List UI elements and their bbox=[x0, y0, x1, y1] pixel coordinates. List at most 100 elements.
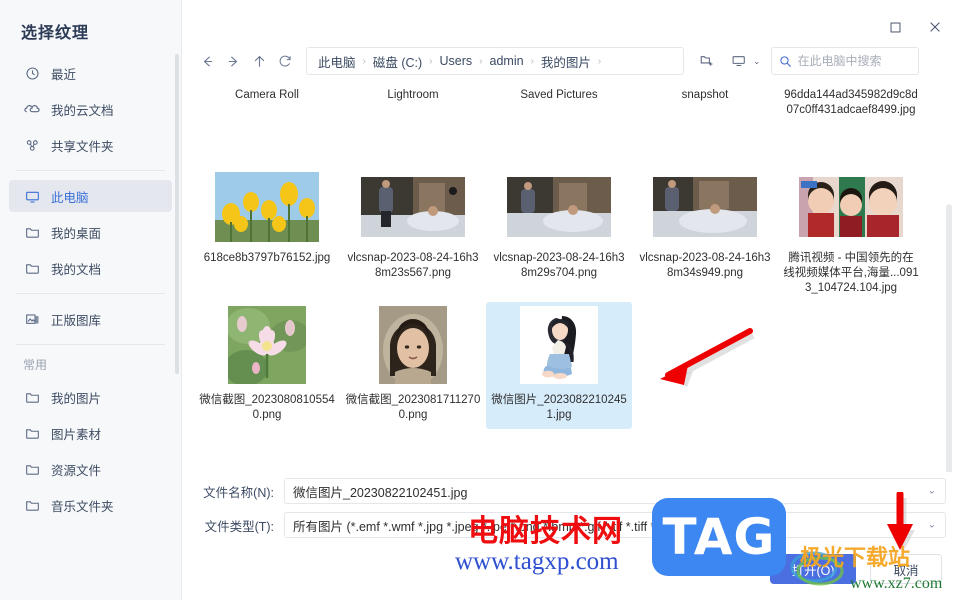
file-name: 微信截图_20230817112700.png bbox=[345, 394, 481, 421]
sidebar-item-my-pictures[interactable]: 我的图片 bbox=[9, 381, 172, 413]
list-item[interactable]: vlcsnap-2023-08-24-16h38m23s567.png bbox=[340, 168, 486, 302]
clock-icon bbox=[23, 64, 41, 82]
sidebar-item-label: 我的文档 bbox=[51, 262, 102, 277]
folder-icon bbox=[23, 460, 41, 478]
filename-input[interactable]: 微信图片_20230822102451.jpg ⌄ bbox=[284, 478, 946, 504]
sidebar-divider bbox=[16, 170, 165, 171]
sidebar-item-this-pc[interactable]: 此电脑 bbox=[9, 180, 172, 212]
list-item[interactable]: vlcsnap-2023-08-24-16h38m29s704.png bbox=[486, 168, 632, 302]
folder-icon bbox=[23, 496, 41, 514]
filetype-row: 文件类型(T): 所有图片 (*.emf *.wmf *.jpg *.jpeg … bbox=[192, 512, 946, 538]
sidebar-group-title: 常用 bbox=[23, 358, 48, 372]
file-name: Saved Pictures bbox=[520, 89, 598, 101]
forward-button[interactable] bbox=[220, 48, 246, 74]
chevron-down-icon[interactable]: ⌄ bbox=[928, 486, 936, 497]
sidebar-item-label: 最近 bbox=[51, 67, 77, 82]
chevron-down-icon[interactable]: ⌄ bbox=[928, 520, 936, 531]
breadcrumb-item[interactable]: Users bbox=[437, 54, 476, 68]
window-controls bbox=[884, 16, 946, 38]
list-item[interactable]: Saved Pictures bbox=[486, 84, 632, 168]
thumbnail bbox=[361, 172, 465, 242]
sidebar-item-label: 音乐文件夹 bbox=[51, 499, 114, 514]
breadcrumb-separator: › bbox=[362, 55, 366, 67]
maximize-icon[interactable] bbox=[884, 16, 906, 38]
action-buttons: 打开(O) 取消 bbox=[770, 554, 942, 584]
list-item[interactable]: Lightroom bbox=[340, 84, 486, 168]
breadcrumb-item[interactable]: 磁盘 (C:) bbox=[370, 52, 425, 71]
file-name: vlcsnap-2023-08-24-16h38m34s949.png bbox=[639, 252, 771, 279]
up-button[interactable] bbox=[246, 48, 272, 74]
search-field[interactable] bbox=[797, 54, 908, 68]
breadcrumb-separator: › bbox=[530, 55, 534, 67]
sidebar-item-label: 资源文件 bbox=[51, 463, 102, 478]
dialog-footer: 文件名称(N): 微信图片_20230822102451.jpg ⌄ 文件类型(… bbox=[182, 472, 960, 600]
breadcrumb[interactable]: 此电脑 › 磁盘 (C:) › Users › admin › 我的图片 › bbox=[306, 47, 684, 75]
refresh-button[interactable] bbox=[272, 48, 298, 74]
breadcrumb-separator: › bbox=[429, 55, 433, 67]
file-name: Camera Roll bbox=[235, 89, 299, 101]
list-item[interactable]: 微信截图_20230817112700.png bbox=[340, 302, 486, 429]
file-name: snapshot bbox=[681, 89, 729, 101]
chevron-down-icon[interactable]: ⌄ bbox=[753, 56, 761, 67]
sidebar-item-stock-library[interactable]: 正版图库 bbox=[9, 303, 172, 335]
sidebar-item-resource-files[interactable]: 资源文件 bbox=[9, 453, 172, 485]
sidebar-item-documents[interactable]: 我的文档 bbox=[9, 252, 172, 284]
cloud-icon bbox=[23, 100, 41, 118]
thumbnail bbox=[507, 172, 611, 242]
sidebar-item-label: 此电脑 bbox=[51, 190, 89, 205]
filename-value: 微信图片_20230822102451.jpg bbox=[293, 485, 468, 500]
list-item[interactable]: 96dda144ad345982d9c8d07c0ff431adcaef8499… bbox=[778, 84, 924, 168]
list-item-selected[interactable]: 微信图片_20230822102451.jpg bbox=[486, 302, 632, 429]
file-name: vlcsnap-2023-08-24-16h38m29s704.png bbox=[493, 252, 625, 279]
file-list-scrollbar[interactable] bbox=[946, 204, 952, 472]
cancel-button[interactable]: 取消 bbox=[870, 554, 942, 584]
monitor-icon bbox=[23, 187, 41, 205]
open-button[interactable]: 打开(O) bbox=[770, 554, 856, 584]
sidebar-item-label: 正版图库 bbox=[51, 313, 102, 328]
file-name: Lightroom bbox=[387, 89, 439, 101]
sidebar-item-label: 图片素材 bbox=[51, 427, 102, 442]
sidebar-item-cloud-docs[interactable]: 我的云文档 bbox=[9, 93, 172, 125]
folder-icon bbox=[23, 388, 41, 406]
thumbnail bbox=[374, 306, 452, 384]
sidebar-item-label: 共享文件夹 bbox=[51, 139, 114, 154]
list-item[interactable]: snapshot bbox=[632, 84, 778, 168]
breadcrumb-separator: › bbox=[479, 55, 483, 67]
list-item[interactable]: vlcsnap-2023-08-24-16h38m34s949.png bbox=[632, 168, 778, 302]
sidebar-item-label: 我的图片 bbox=[51, 391, 102, 406]
breadcrumb-item[interactable]: 我的图片 bbox=[538, 52, 594, 71]
file-name: vlcsnap-2023-08-24-16h38m23s567.png bbox=[347, 252, 479, 279]
sidebar-nav: 最近 我的云文档 共享文件夹 此电脑 我的桌面 我的文档 正版图库 常用 我的图… bbox=[0, 57, 181, 521]
thumbnail bbox=[215, 172, 319, 242]
view-mode-icon[interactable] bbox=[726, 48, 752, 74]
filetype-value: 所有图片 (*.emf *.wmf *.jpg *.jpeg *.jpe *.p… bbox=[293, 519, 683, 534]
sidebar-item-desktop[interactable]: 我的桌面 bbox=[9, 216, 172, 248]
folder-icon bbox=[23, 259, 41, 277]
breadcrumb-item[interactable]: 此电脑 bbox=[315, 52, 359, 71]
list-item[interactable]: Camera Roll bbox=[194, 84, 340, 168]
page-title: 选择纹理 bbox=[21, 25, 90, 42]
sidebar-item-recent[interactable]: 最近 bbox=[9, 57, 172, 89]
sidebar-scrollbar[interactable] bbox=[175, 54, 179, 374]
close-icon[interactable] bbox=[924, 16, 946, 38]
breadcrumb-item[interactable]: admin bbox=[487, 54, 527, 68]
sidebar-item-shared-folder[interactable]: 共享文件夹 bbox=[9, 129, 172, 161]
sidebar-item-picture-material[interactable]: 图片素材 bbox=[9, 417, 172, 449]
navigation-toolbar: 此电脑 › 磁盘 (C:) › Users › admin › 我的图片 › ⌄ bbox=[194, 46, 946, 76]
file-grid: Camera Roll Lightroom Saved Pictures sna… bbox=[182, 84, 960, 429]
new-folder-icon[interactable] bbox=[694, 48, 720, 74]
search-input[interactable] bbox=[770, 47, 919, 75]
list-item[interactable]: 腾讯视频 - 中国领先的在线视频媒体平台,海量...0913_104724.10… bbox=[778, 168, 924, 302]
list-item[interactable]: 微信截图_20230808105540.png bbox=[194, 302, 340, 429]
filetype-select[interactable]: 所有图片 (*.emf *.wmf *.jpg *.jpeg *.jpe *.p… bbox=[284, 512, 946, 538]
sidebar-item-music-folder[interactable]: 音乐文件夹 bbox=[9, 489, 172, 521]
sidebar-item-label: 我的桌面 bbox=[51, 226, 102, 241]
list-item[interactable]: 618ce8b3797b76152.jpg bbox=[194, 168, 340, 302]
file-name: 微信图片_20230822102451.jpg bbox=[491, 394, 627, 421]
back-button[interactable] bbox=[194, 48, 220, 74]
sidebar-item-label: 我的云文档 bbox=[51, 103, 114, 118]
main-panel: 此电脑 › 磁盘 (C:) › Users › admin › 我的图片 › ⌄ bbox=[182, 0, 960, 600]
file-name: 微信截图_20230808105540.png bbox=[199, 394, 335, 421]
file-name: 96dda144ad345982d9c8d07c0ff431adcaef8499… bbox=[784, 89, 918, 116]
image-library-icon bbox=[23, 310, 41, 328]
